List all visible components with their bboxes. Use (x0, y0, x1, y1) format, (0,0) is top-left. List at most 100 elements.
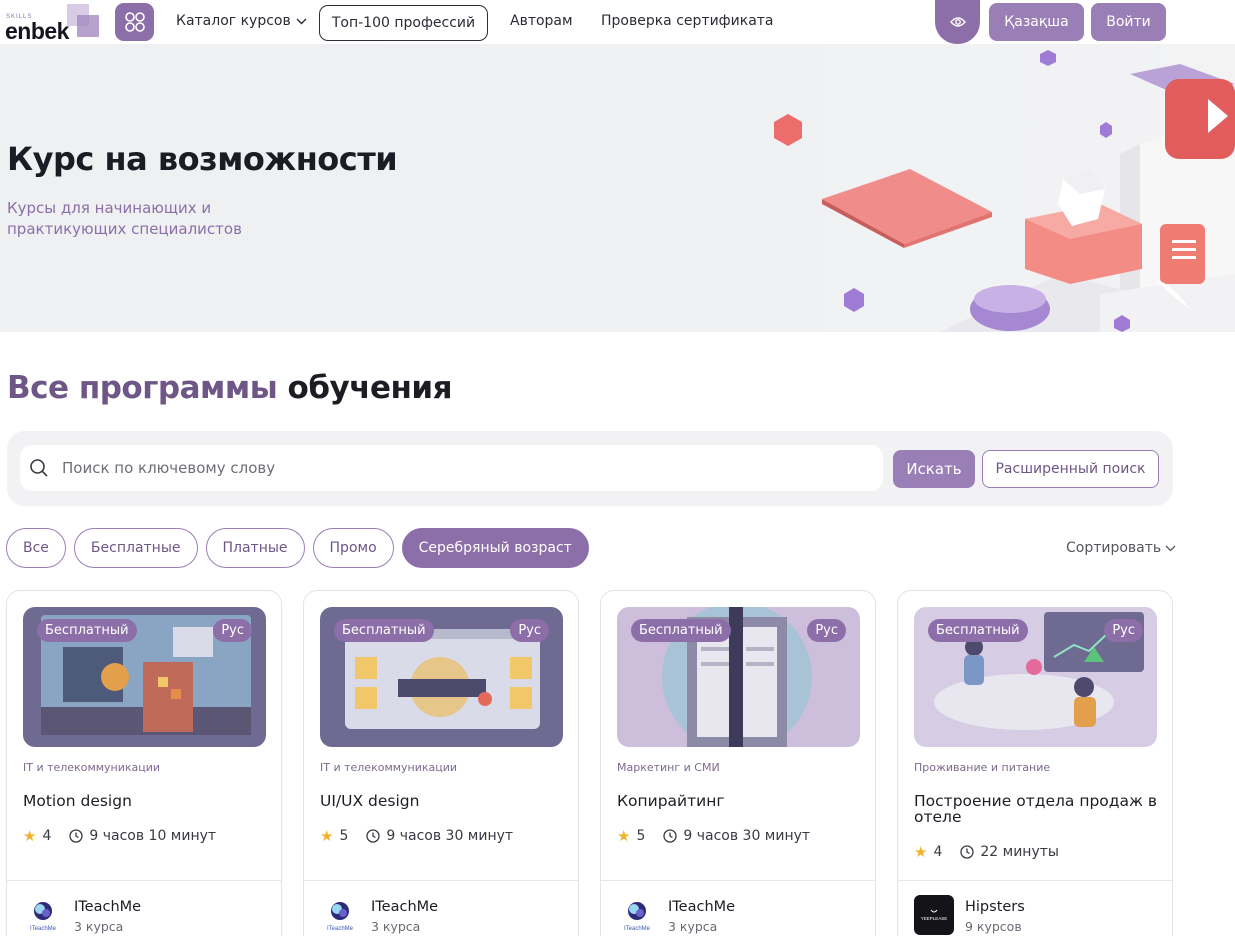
card-divider (601, 880, 875, 881)
accessibility-button[interactable] (935, 0, 980, 44)
language-badge: Рус (1104, 619, 1143, 642)
author-name[interactable]: ITeachMe (74, 899, 141, 915)
star-icon: ★ (914, 843, 928, 861)
course-title[interactable]: Motion design (23, 793, 268, 809)
author-logo[interactable]: ITeachMe (320, 895, 360, 935)
card-divider (304, 880, 578, 881)
filter-chip-free[interactable]: Бесплатные (73, 528, 198, 568)
apps-grid-button[interactable] (115, 3, 154, 41)
star-icon: ★ (320, 827, 334, 845)
hero-3d-illustration (774, 50, 1235, 332)
clock-icon (663, 829, 678, 843)
section-title-rest: обучения (287, 370, 453, 406)
language-button[interactable]: Қазақша (989, 3, 1084, 41)
author-course-count: 3 курса (668, 919, 718, 934)
chevron-down-icon (1165, 545, 1176, 551)
course-image: Бесплатный Рус (914, 607, 1157, 747)
author-name[interactable]: ITeachMe (668, 899, 735, 915)
course-category: IT и телекоммуникации (320, 761, 458, 774)
nav-top100-button[interactable]: Топ-100 профессий (319, 5, 488, 41)
course-cards: Бесплатный Рус IT и телекоммуникации Mot… (6, 590, 1174, 936)
author-logo[interactable]: ITeachMe (23, 895, 63, 935)
course-rating: 5 (636, 828, 646, 844)
author-logo[interactable]: ITeachMe (617, 895, 657, 935)
price-badge: Бесплатный (37, 619, 137, 642)
author-name[interactable]: Hipsters (965, 899, 1025, 915)
search-panel: Искать Расширенный поиск (7, 431, 1173, 506)
course-duration: 9 часов 30 минут (683, 828, 811, 844)
language-badge: Рус (213, 619, 252, 642)
course-card[interactable]: Бесплатный Рус IT и телекоммуникации Mot… (6, 590, 282, 936)
course-meta: ★ 4 22 минуты (914, 843, 1059, 861)
star-icon: ★ (617, 827, 631, 845)
clock-icon (960, 845, 975, 859)
course-image: Бесплатный Рус (320, 607, 563, 747)
search-box[interactable] (20, 445, 883, 491)
filter-chip-silver-age[interactable]: Серебряный возраст (401, 528, 589, 568)
enbek-logo[interactable]: SKILLS enbek (5, 3, 100, 44)
filter-chip-all[interactable]: Все (6, 528, 66, 568)
course-title[interactable]: UI/UX design (320, 793, 565, 809)
course-image: Бесплатный Рус (23, 607, 266, 747)
hero-banner: Курс на возможности Курсы для начинающих… (0, 44, 1235, 332)
sort-dropdown[interactable]: Сортировать (1066, 540, 1176, 556)
nav-certificate-link[interactable]: Проверка сертификата (601, 13, 774, 29)
course-title[interactable]: Копирайтинг (617, 793, 862, 809)
filter-chips: Все Бесплатные Платные Промо Серебряный … (6, 528, 589, 568)
section-title: Все программы обучения (7, 370, 453, 406)
nav-authors-link[interactable]: Авторам (510, 13, 573, 29)
author-course-count: 3 курса (74, 919, 124, 934)
author-course-count: 3 курса (371, 919, 421, 934)
nav-catalog-label: Каталог курсов (176, 13, 291, 29)
course-image: Бесплатный Рус (617, 607, 860, 747)
star-icon: ★ (23, 827, 37, 845)
author-logo-text: ITeachMe (624, 926, 651, 932)
course-rating: 5 (339, 828, 349, 844)
card-divider (898, 880, 1172, 881)
chevron-down-icon (296, 18, 307, 24)
login-button[interactable]: Войти (1091, 3, 1166, 41)
course-meta: ★ 4 9 часов 10 минут (23, 827, 216, 845)
course-rating: 4 (42, 828, 52, 844)
course-category: Проживание и питание (914, 761, 1051, 774)
logo-enbek-text: enbek (5, 18, 69, 44)
author-logo[interactable]: YEEPLEASE (914, 895, 954, 935)
search-icon (28, 457, 50, 479)
advanced-search-button[interactable]: Расширенный поиск (982, 450, 1159, 488)
course-category: IT и телекоммуникации (23, 761, 161, 774)
course-title[interactable]: Построение отдела продаж в отеле (914, 793, 1159, 825)
course-rating: 4 (933, 844, 943, 860)
language-badge: Рус (807, 619, 846, 642)
sort-label: Сортировать (1066, 540, 1162, 556)
price-badge: Бесплатный (631, 619, 731, 642)
author-logo-text: YEEPLEASE (921, 916, 948, 921)
top-header: SKILLS enbek Каталог курсов Топ-100 проф… (0, 0, 1235, 44)
course-card[interactable]: Бесплатный Рус IT и телекоммуникации UI/… (303, 590, 579, 936)
filter-chip-promo[interactable]: Промо (312, 528, 394, 568)
search-button[interactable]: Искать (893, 450, 975, 488)
search-input[interactable] (62, 459, 842, 477)
author-logo-text: ITeachMe (30, 926, 57, 932)
clock-icon (69, 829, 84, 843)
clock-icon (366, 829, 381, 843)
nav-catalog-dropdown[interactable]: Каталог курсов (176, 13, 307, 29)
eye-icon (949, 17, 966, 27)
course-meta: ★ 5 9 часов 30 минут (617, 827, 810, 845)
logo-square-dark (77, 15, 99, 37)
course-duration: 22 минуты (980, 844, 1059, 860)
author-logo-text: ITeachMe (327, 926, 354, 932)
language-badge: Рус (510, 619, 549, 642)
course-card[interactable]: Бесплатный Рус Проживание и питание Пост… (897, 590, 1173, 936)
course-duration: 9 часов 10 минут (89, 828, 217, 844)
filter-chip-paid[interactable]: Платные (205, 528, 305, 568)
hero-title: Курс на возможности (7, 140, 398, 178)
apps-grid-icon (124, 12, 145, 32)
course-meta: ★ 5 9 часов 30 минут (320, 827, 513, 845)
course-duration: 9 часов 30 минут (386, 828, 514, 844)
card-divider (7, 880, 281, 881)
hero-subtitle: Курсы для начинающих и практикующих спец… (7, 199, 242, 238)
course-card[interactable]: Бесплатный Рус Маркетинг и СМИ Копирайти… (600, 590, 876, 936)
course-category: Маркетинг и СМИ (617, 761, 720, 774)
author-course-count: 9 курсов (965, 919, 1022, 934)
author-name[interactable]: ITeachMe (371, 899, 438, 915)
